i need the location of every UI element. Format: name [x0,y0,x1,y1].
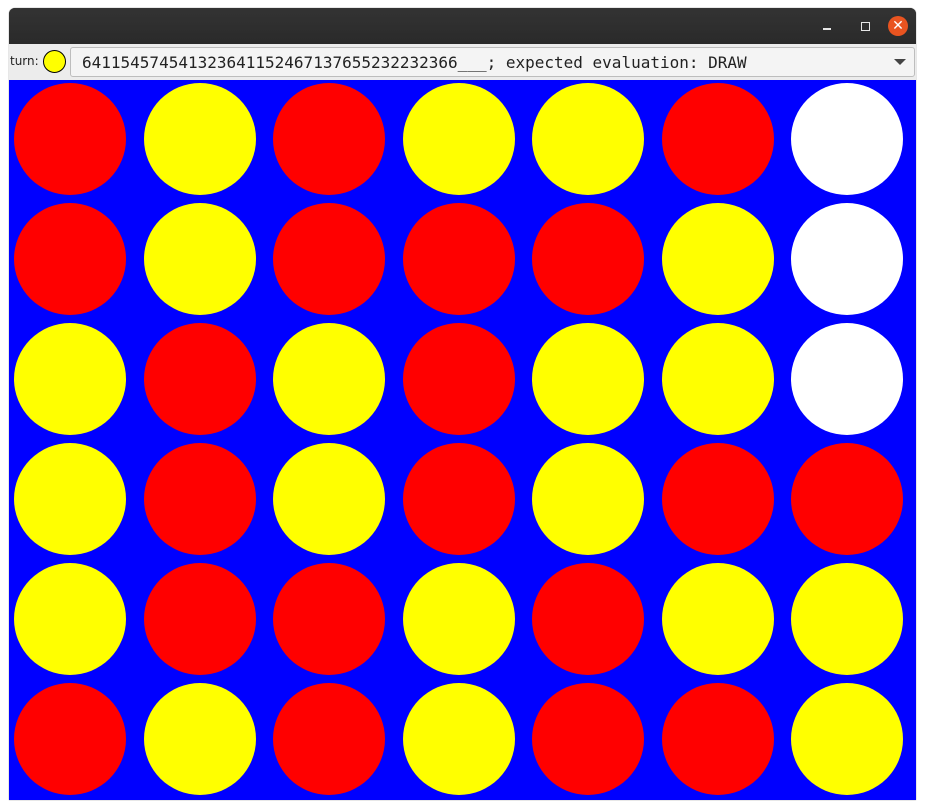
close-button[interactable]: ✕ [888,16,908,36]
board-cell-red[interactable] [661,83,774,195]
close-icon: ✕ [888,16,908,36]
minimize-icon [823,28,831,30]
game-board[interactable] [9,80,916,800]
title-bar: ✕ [9,8,916,44]
board-cell-yellow[interactable] [143,683,256,795]
board-cell-yellow[interactable] [14,443,126,555]
board-cell-red[interactable] [14,683,126,795]
board-cell-empty[interactable] [791,83,903,195]
board-cell-yellow[interactable] [532,83,644,195]
board-cell-red[interactable] [532,563,644,675]
board-cell-red[interactable] [791,443,903,555]
board-cell-yellow[interactable] [661,323,774,435]
maximize-button[interactable] [855,16,875,36]
board-cell-yellow[interactable] [402,83,515,195]
board-cell-yellow[interactable] [402,683,515,795]
board-cell-yellow[interactable] [661,203,774,315]
board-cell-red[interactable] [143,443,256,555]
maximize-icon [860,21,870,31]
board-cell-red[interactable] [402,443,515,555]
board-cell-empty[interactable] [791,323,903,435]
minimize-button[interactable] [817,16,837,36]
board-cell-red[interactable] [273,83,385,195]
board-cell-red[interactable] [273,203,385,315]
board-cell-yellow[interactable] [532,323,644,435]
board-cell-red[interactable] [661,443,774,555]
board-cell-red[interactable] [273,563,385,675]
board-cell-yellow[interactable] [661,563,774,675]
chevron-down-icon[interactable] [894,59,906,65]
board-cell-yellow[interactable] [273,323,385,435]
toolbar: turn: 6411545745413236411524671376552322… [9,44,916,81]
board-cell-yellow[interactable] [791,683,903,795]
board-cell-red[interactable] [661,683,774,795]
board-cell-empty[interactable] [791,203,903,315]
board-cell-red[interactable] [143,563,256,675]
board-cell-yellow[interactable] [14,563,126,675]
board-cell-red[interactable] [532,203,644,315]
board-cell-yellow[interactable] [791,563,903,675]
board-cell-yellow[interactable] [402,563,515,675]
board-cell-yellow[interactable] [14,323,126,435]
position-select-value: 641154574541323641152467137655232232366_… [82,53,747,72]
turn-indicator-disc [43,50,66,73]
board-cell-red[interactable] [402,203,515,315]
board-cell-yellow[interactable] [532,443,644,555]
board-cell-red[interactable] [14,203,126,315]
board-cell-red[interactable] [532,683,644,795]
board-cell-yellow[interactable] [273,443,385,555]
board-cell-yellow[interactable] [143,203,256,315]
board-cell-red[interactable] [402,323,515,435]
turn-label: turn: [10,54,39,68]
position-select[interactable]: 641154574541323641152467137655232232366_… [70,47,915,77]
app-window: ✕ turn: 64115457454132364115246713765523… [9,8,916,800]
board-cell-red[interactable] [143,323,256,435]
board-cell-red[interactable] [14,83,126,195]
board-cell-yellow[interactable] [143,83,256,195]
board-cell-red[interactable] [273,683,385,795]
